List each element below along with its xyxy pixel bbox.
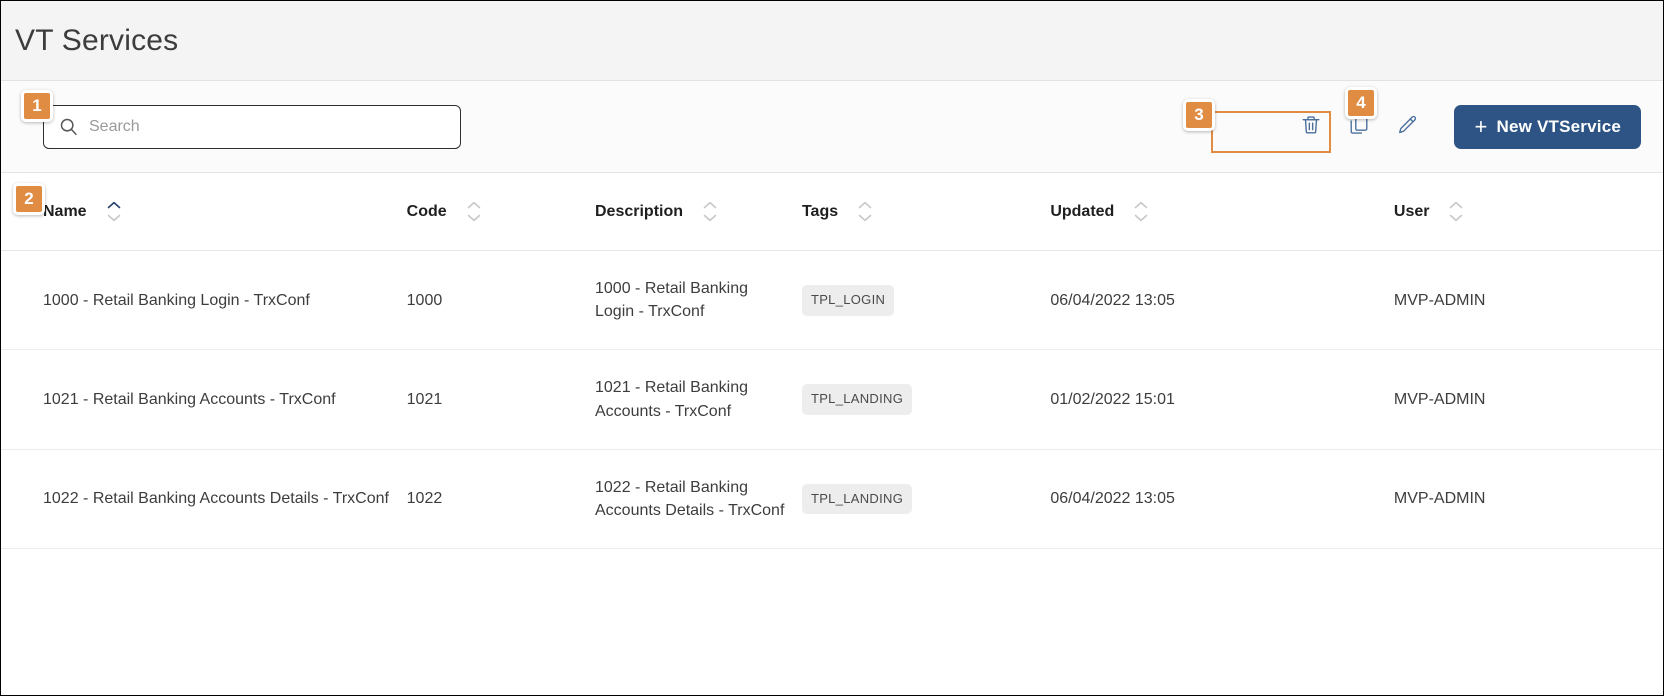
toolbar: + New VTService bbox=[1, 81, 1663, 173]
cell-code: 1021 bbox=[406, 349, 595, 450]
edit-button[interactable] bbox=[1394, 114, 1420, 140]
column-header-updated[interactable]: Updated bbox=[1050, 173, 1394, 251]
sort-control-user[interactable] bbox=[1449, 201, 1463, 222]
vtservices-table: Name Code Description Tags Updated User … bbox=[1, 173, 1663, 550]
chevron-down-icon[interactable] bbox=[703, 214, 717, 222]
cell-user: MVP-ADMIN bbox=[1393, 349, 1663, 450]
cell-updated: 06/04/2022 13:05 bbox=[1050, 449, 1394, 550]
column-label-description: Description bbox=[595, 202, 684, 220]
cell-code: 1022 bbox=[406, 449, 595, 550]
chevron-up-icon[interactable] bbox=[1449, 201, 1463, 209]
trash-icon bbox=[1300, 114, 1322, 139]
sort-control-description[interactable] bbox=[703, 201, 717, 222]
cell-user: MVP-ADMIN bbox=[1393, 449, 1663, 550]
column-header-name[interactable]: Name bbox=[1, 173, 407, 251]
chevron-up-icon[interactable] bbox=[107, 201, 121, 209]
cell-updated: 06/04/2022 13:05 bbox=[1050, 250, 1394, 351]
sort-control-code[interactable] bbox=[467, 201, 481, 222]
callout-2: 2 bbox=[13, 183, 45, 215]
sort-control-tags[interactable] bbox=[858, 201, 872, 222]
chevron-down-icon[interactable] bbox=[107, 214, 121, 222]
chevron-up-icon[interactable] bbox=[858, 201, 872, 209]
tag-badge: TPL_LANDING bbox=[801, 384, 913, 415]
page-header: VT Services bbox=[1, 1, 1663, 81]
table-body: 1000 - Retail Banking Login - TrxConf 10… bbox=[1, 250, 1663, 550]
cell-tags: TPL_LANDING bbox=[801, 349, 1051, 450]
chevron-down-icon[interactable] bbox=[858, 214, 872, 222]
column-header-description[interactable]: Description bbox=[595, 173, 802, 251]
cell-updated: 01/02/2022 15:01 bbox=[1050, 349, 1394, 450]
cell-description: 1022 - Retail Banking Accounts Details -… bbox=[595, 449, 802, 550]
column-label-name: Name bbox=[43, 202, 87, 220]
column-label-updated: Updated bbox=[1050, 202, 1115, 220]
column-header-user[interactable]: User bbox=[1393, 173, 1663, 251]
cell-code: 1000 bbox=[406, 250, 595, 351]
search-input[interactable] bbox=[89, 117, 419, 136]
table-row[interactable]: 1000 - Retail Banking Login - TrxConf 10… bbox=[1, 250, 1663, 351]
cell-description: 1021 - Retail Banking Accounts - TrxConf bbox=[595, 349, 802, 450]
column-header-tags[interactable]: Tags bbox=[801, 173, 1051, 251]
cell-name: 1021 - Retail Banking Accounts - TrxConf bbox=[1, 349, 407, 450]
new-vtservice-label: New VTService bbox=[1496, 116, 1621, 136]
callout-1: 1 bbox=[21, 90, 53, 122]
new-vtservice-button[interactable]: + New VTService bbox=[1454, 104, 1641, 149]
callout-4: 4 bbox=[1345, 87, 1377, 119]
table-row[interactable]: 1022 - Retail Banking Accounts Details -… bbox=[1, 449, 1663, 550]
search-icon bbox=[58, 116, 79, 137]
chevron-down-icon[interactable] bbox=[467, 214, 481, 222]
table-footer bbox=[1, 549, 1663, 602]
table-row[interactable]: 1021 - Retail Banking Accounts - TrxConf… bbox=[1, 349, 1663, 450]
delete-button[interactable] bbox=[1298, 114, 1324, 140]
cell-description: 1000 - Retail Banking Login - TrxConf bbox=[595, 250, 802, 351]
table-header: Name Code Description Tags Updated User bbox=[1, 173, 1663, 251]
tag-badge: TPL_LANDING bbox=[801, 483, 913, 515]
plus-icon: + bbox=[1474, 113, 1488, 139]
column-label-user: User bbox=[1393, 202, 1430, 220]
column-label-tags: Tags bbox=[801, 202, 839, 220]
column-label-code: Code bbox=[406, 202, 447, 220]
callout-3: 3 bbox=[1183, 99, 1215, 131]
pencil-icon bbox=[1396, 114, 1418, 139]
cell-tags: TPL_LOGIN bbox=[801, 250, 1051, 351]
cell-name: 1000 - Retail Banking Login - TrxConf bbox=[1, 250, 407, 351]
chevron-up-icon[interactable] bbox=[1134, 201, 1148, 209]
tag-badge: TPL_LOGIN bbox=[801, 284, 895, 316]
chevron-down-icon[interactable] bbox=[1134, 214, 1148, 222]
chevron-up-icon[interactable] bbox=[467, 201, 481, 209]
table-header-row: Name Code Description Tags Updated User bbox=[1, 173, 1663, 251]
app-window: VT Services Search + New VTService Name … bbox=[0, 0, 1664, 696]
cell-tags: TPL_LANDING bbox=[801, 449, 1051, 550]
cell-user: MVP-ADMIN bbox=[1393, 250, 1663, 351]
chevron-up-icon[interactable] bbox=[703, 201, 717, 209]
column-header-code[interactable]: Code bbox=[406, 173, 595, 251]
search-box[interactable] bbox=[43, 104, 461, 149]
page-title: VT Services bbox=[15, 23, 179, 57]
sort-control-name[interactable] bbox=[107, 201, 121, 222]
sort-control-updated[interactable] bbox=[1134, 201, 1148, 222]
chevron-down-icon[interactable] bbox=[1449, 214, 1463, 222]
cell-name: 1022 - Retail Banking Accounts Details -… bbox=[1, 449, 407, 550]
search-field-wrapper bbox=[43, 104, 461, 149]
